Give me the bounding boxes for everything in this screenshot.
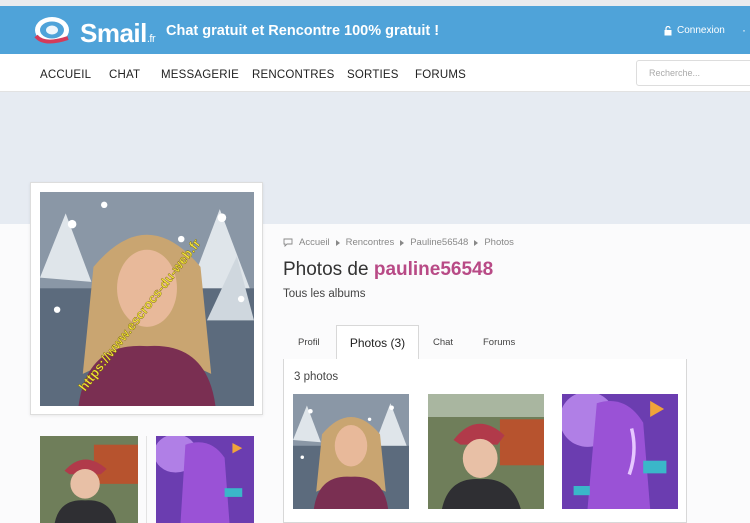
logo-text[interactable]: Smail.fr xyxy=(80,18,156,49)
breadcrumb: Accueil Rencontres Pauline56548 Photos xyxy=(283,237,514,248)
speech-bubble-icon xyxy=(283,238,293,247)
album-panel: 3 photos xyxy=(283,359,687,523)
profile-photo-card: https://www.escrocs-du-web.fr xyxy=(30,182,263,415)
nav-chat[interactable]: CHAT xyxy=(109,69,140,81)
breadcrumb-separator-icon xyxy=(335,239,340,246)
page-title-prefix: Photos de xyxy=(283,259,374,280)
albums-subtitle[interactable]: Tous les albums xyxy=(283,288,365,300)
breadcrumb-rencontres[interactable]: Rencontres xyxy=(346,237,395,248)
album-photo-2[interactable] xyxy=(428,394,544,509)
header-more[interactable]: · xyxy=(742,23,746,37)
page-title: Photos de pauline56548 xyxy=(283,259,493,281)
photo-count: 3 photos xyxy=(294,371,339,383)
tab-profil[interactable]: Profil xyxy=(298,337,320,348)
breadcrumb-separator-icon xyxy=(474,239,479,246)
thumb-divider xyxy=(146,436,147,523)
nav-messagerie[interactable]: MESSAGERIE xyxy=(161,69,239,81)
nav-forums[interactable]: FORUMS xyxy=(415,69,466,81)
breadcrumb-profile[interactable]: Pauline56548 xyxy=(410,237,468,248)
sidebar-thumb-1[interactable] xyxy=(40,436,138,523)
tab-photos[interactable]: Photos (3) xyxy=(336,325,419,360)
svg-text:https://www.escrocs-du-web.fr: https://www.escrocs-du-web.fr xyxy=(76,236,204,394)
breadcrumb-accueil[interactable]: Accueil xyxy=(299,237,330,248)
site-tagline: Chat gratuit et Rencontre 100% gratuit ! xyxy=(166,23,440,39)
nav-accueil[interactable]: ACCUEIL xyxy=(40,69,91,81)
login-link[interactable]: Connexion xyxy=(664,25,725,36)
lock-icon xyxy=(664,25,672,35)
profile-photo[interactable]: https://www.escrocs-du-web.fr xyxy=(40,192,254,406)
album-photo-3[interactable] xyxy=(562,394,678,509)
breadcrumb-current: Photos xyxy=(484,237,514,248)
smail-logo-icon[interactable] xyxy=(30,12,74,48)
main-nav: ACCUEIL CHAT MESSAGERIE RENCONTRES SORTI… xyxy=(0,54,750,92)
site-header: Smail.fr Chat gratuit et Rencontre 100% … xyxy=(0,6,750,54)
nav-sorties[interactable]: SORTIES xyxy=(347,69,399,81)
nav-rencontres[interactable]: RENCONTRES xyxy=(252,69,335,81)
page-title-username[interactable]: pauline56548 xyxy=(374,259,493,280)
album-photo-1[interactable] xyxy=(293,394,409,509)
sidebar-thumb-2[interactable] xyxy=(156,436,254,523)
search-input[interactable] xyxy=(636,60,750,86)
breadcrumb-separator-icon xyxy=(400,239,405,246)
watermark-overlay: https://www.escrocs-du-web.fr xyxy=(75,236,204,394)
login-label: Connexion xyxy=(677,25,725,36)
tab-chat[interactable]: Chat xyxy=(433,337,453,348)
tab-forums[interactable]: Forums xyxy=(483,337,515,348)
